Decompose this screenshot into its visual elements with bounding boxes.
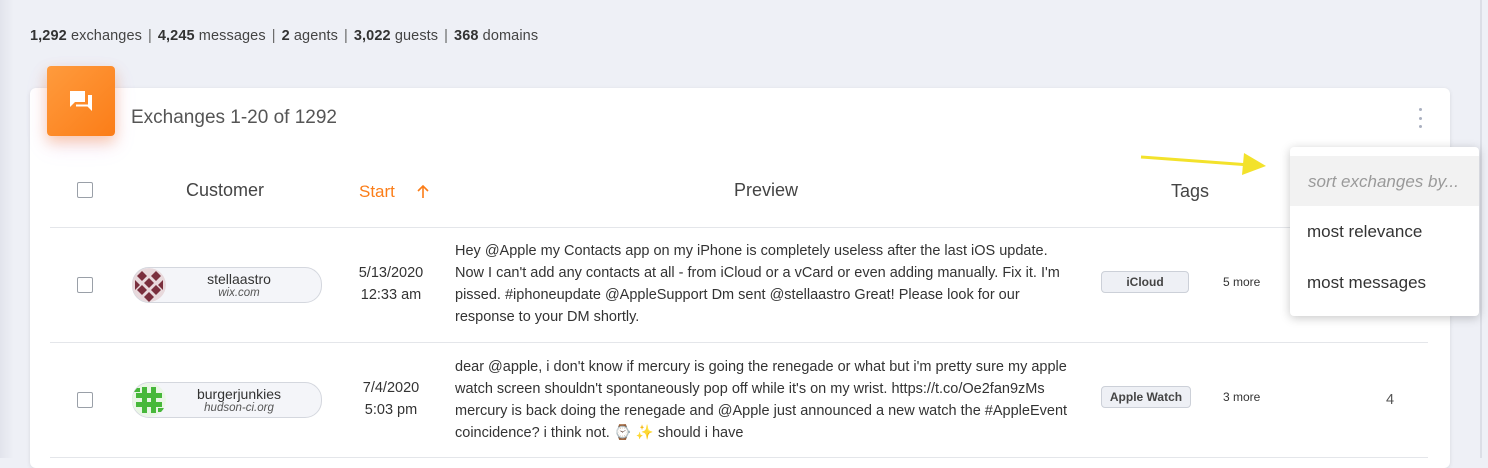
domains-label: domains bbox=[482, 28, 539, 44]
message-count: 4 bbox=[1386, 392, 1395, 408]
chat-bubbles-icon bbox=[70, 91, 92, 111]
page-left-edge bbox=[0, 0, 14, 458]
customer-name: burgerjunkies bbox=[196, 386, 282, 402]
tag-chip[interactable]: Apple Watch bbox=[1101, 386, 1191, 408]
messages-label: messages bbox=[198, 28, 266, 44]
header-customer[interactable]: Customer bbox=[186, 180, 264, 201]
tag-chip[interactable]: iCloud bbox=[1101, 271, 1189, 293]
row-checkbox[interactable] bbox=[77, 277, 93, 293]
sort-menu-header: sort exchanges by... bbox=[1290, 156, 1479, 206]
annotation-arrow-icon bbox=[1140, 153, 1266, 175]
exchanges-label: exchanges bbox=[70, 28, 142, 44]
header-preview[interactable]: Preview bbox=[734, 180, 798, 201]
arrow-up-icon[interactable] bbox=[417, 185, 429, 199]
row-divider bbox=[50, 342, 1428, 343]
customer-domain: wix.com bbox=[218, 287, 260, 299]
row-checkbox[interactable] bbox=[77, 392, 93, 408]
page-right-scrollbar[interactable] bbox=[1480, 0, 1482, 458]
header-divider bbox=[50, 227, 1428, 228]
card-title: Exchanges 1-20 of 1292 bbox=[131, 107, 337, 128]
sort-option-messages[interactable]: most messages bbox=[1307, 273, 1426, 293]
start-date: 7/4/2020 bbox=[362, 380, 420, 396]
customer-chip[interactable]: stellaastro wix.com bbox=[132, 267, 322, 303]
exchanges-count: 1,292 bbox=[30, 28, 67, 44]
guests-count: 3,022 bbox=[353, 28, 391, 44]
customer-name: stellaastro bbox=[207, 271, 271, 287]
select-all-checkbox[interactable] bbox=[77, 182, 93, 198]
sort-menu: sort exchanges by... most relevance most… bbox=[1290, 147, 1479, 316]
avatar bbox=[132, 383, 166, 417]
agents-count: 2 bbox=[281, 28, 290, 44]
sort-menu-placeholder: sort exchanges by... bbox=[1308, 172, 1459, 191]
header-tags[interactable]: Tags bbox=[1171, 181, 1209, 202]
start-date: 5/13/2020 bbox=[358, 265, 424, 281]
customer-chip[interactable]: burgerjunkies hudson-ci.org bbox=[132, 382, 322, 418]
sort-option-relevance[interactable]: most relevance bbox=[1307, 222, 1422, 242]
header-start[interactable]: Start bbox=[359, 182, 395, 202]
customer-domain: hudson-ci.org bbox=[204, 402, 274, 414]
messages-count: 4,245 bbox=[157, 28, 195, 44]
start-time: 12:33 am bbox=[360, 287, 422, 303]
more-tags-link[interactable]: 5 more bbox=[1223, 275, 1260, 289]
summary-stats: 1,292 exchanges | 4,245 messages | 2 agents |… bbox=[30, 28, 539, 44]
guests-label: guests bbox=[394, 28, 439, 44]
more-tags-link[interactable]: 3 more bbox=[1223, 390, 1260, 404]
avatar bbox=[132, 268, 166, 302]
agents-label: agents bbox=[293, 28, 339, 44]
kebab-menu-icon[interactable] bbox=[1415, 108, 1425, 128]
message-preview[interactable]: Hey @Apple my Contacts app on my iPhone … bbox=[455, 240, 1075, 328]
message-preview[interactable]: dear @apple, i don't know if mercury is … bbox=[455, 356, 1075, 444]
card-badge bbox=[47, 66, 115, 136]
start-time: 5:03 pm bbox=[364, 402, 418, 418]
domains-count: 368 bbox=[454, 28, 479, 44]
